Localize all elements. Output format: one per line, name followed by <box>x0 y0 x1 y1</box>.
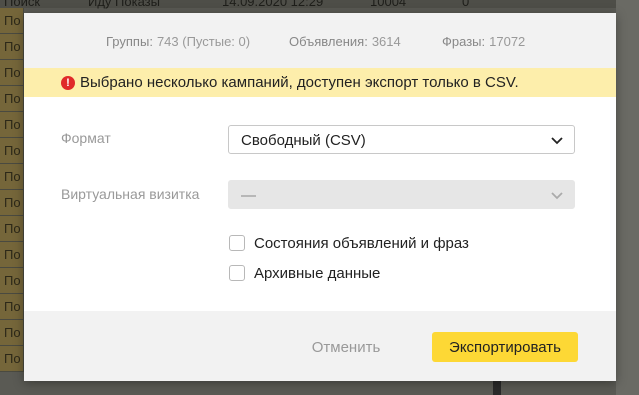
background-header: Поиск Иду Показы 14.09.2020 12:29 10004 … <box>0 0 639 9</box>
ad-states-label[interactable]: Состояния объявлений и фраз <box>254 235 469 252</box>
archive-label[interactable]: Архивные данные <box>254 265 380 282</box>
table-cell: По <box>4 169 21 184</box>
chevron-down-icon <box>551 192 563 200</box>
table-cell: По <box>4 247 21 262</box>
table-cell: По <box>4 273 21 288</box>
phrases-stat: Фразы: 17072 <box>442 34 525 49</box>
phrases-label: Фразы: <box>442 34 486 49</box>
phrases-value: 17072 <box>489 34 526 49</box>
groups-stat: Группы: 743 (Пустые: 0) <box>106 34 250 49</box>
table-cell: По <box>4 65 21 80</box>
table-cell: По <box>4 325 21 340</box>
ads-label: Объявления: <box>289 34 368 49</box>
table-cell: По <box>4 221 21 236</box>
export-dialog: Группы: 743 (Пустые: 0) Объявления: 3614 Ф… <box>24 13 616 381</box>
format-label: Формат <box>61 130 111 146</box>
dialog-footer: Отменить Экспортировать <box>24 311 616 381</box>
chevron-down-icon <box>551 137 563 145</box>
background-divider <box>493 380 501 395</box>
vcard-value: — <box>241 187 256 204</box>
format-select[interactable]: Свободный (CSV) <box>228 125 575 154</box>
ads-value: 3614 <box>371 34 401 49</box>
vcard-label: Виртуальная визитка <box>61 186 200 202</box>
table-cell: По <box>4 299 21 314</box>
cancel-button[interactable]: Отменить <box>296 332 396 362</box>
groups-value: 743 (Пустые: 0) <box>156 34 251 49</box>
stats-bar: Группы: 743 (Пустые: 0) Объявления: 3614 Ф… <box>24 13 616 68</box>
table-cell: По <box>4 143 21 158</box>
warning-text: Выбрано несколько кампаний, доступен экс… <box>80 74 519 91</box>
vcard-select: — <box>228 180 575 209</box>
table-cell: По <box>4 91 21 106</box>
warning-banner: ! Выбрано несколько кампаний, доступен э… <box>24 68 616 97</box>
exclamation-circle-icon: ! <box>61 76 75 90</box>
export-button[interactable]: Экспортировать <box>432 332 578 362</box>
ad-states-checkbox[interactable] <box>229 235 245 251</box>
table-cell: По <box>4 39 21 54</box>
archive-checkbox[interactable] <box>229 265 245 281</box>
table-cell: По <box>4 351 21 366</box>
table-cell: По <box>4 13 21 28</box>
table-cell: По <box>4 195 21 210</box>
table-cell: По <box>4 117 21 132</box>
ads-stat: Объявления: 3614 <box>289 34 401 49</box>
groups-label: Группы: <box>106 34 153 49</box>
format-value: Свободный (CSV) <box>241 132 366 149</box>
scrollbar-track <box>616 0 639 395</box>
